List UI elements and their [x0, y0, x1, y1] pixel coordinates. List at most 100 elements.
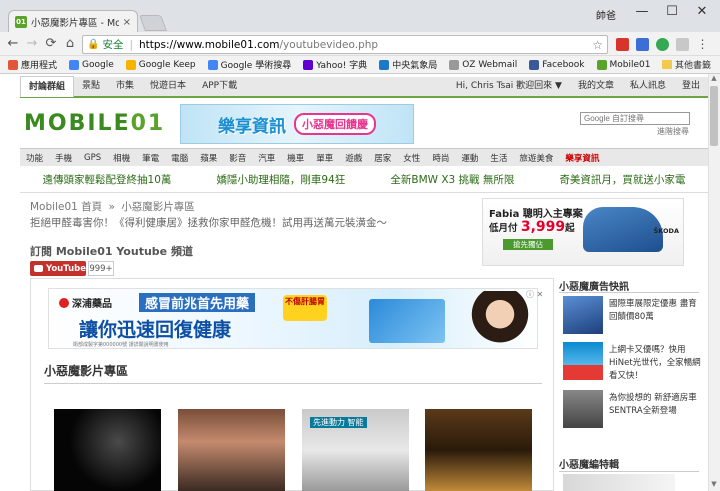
- bookmark-weather-bureau[interactable]: 中央氣象局: [379, 58, 437, 71]
- forward-button[interactable]: →: [23, 35, 41, 53]
- feature-thumbnail[interactable]: [563, 474, 675, 491]
- headline-link[interactable]: 奇美資訊月，買就送小家電: [559, 172, 685, 187]
- cat-item[interactable]: 旅遊美食: [513, 152, 559, 164]
- headline-link[interactable]: 嬌隱小助理相隨，剛車94狂: [216, 172, 345, 187]
- cat-item[interactable]: GPS: [78, 153, 107, 163]
- car-ad-button[interactable]: 搶先獨佔: [503, 239, 553, 250]
- nav-messages[interactable]: 私人訊息: [622, 76, 674, 97]
- menu-kebab-icon[interactable]: ⋮: [696, 38, 709, 51]
- promo-link[interactable]: 拒絕甲醛毒害你！《得利健康居》拯救你家甲醛危機！試用再送萬元裝潢金～: [30, 215, 387, 230]
- bookmark-star-icon[interactable]: ☆: [592, 38, 603, 52]
- home-button[interactable]: ⌂: [61, 35, 79, 53]
- cat-item-hot[interactable]: 樂享資訊: [559, 152, 605, 164]
- site-search-input[interactable]: [580, 112, 690, 125]
- cat-item[interactable]: 汽車: [252, 152, 281, 164]
- breadcrumb-current[interactable]: 小惡魔影片專區: [121, 201, 195, 213]
- bookmark-yahoo-dictionary[interactable]: Yahoo! 字典: [303, 58, 367, 71]
- cat-item[interactable]: 影音: [223, 152, 252, 164]
- cat-item[interactable]: 蘋果: [194, 152, 223, 164]
- cat-item[interactable]: 電腦: [165, 152, 194, 164]
- youtube-subscribe-button[interactable]: YouTube: [30, 261, 86, 276]
- secure-label: 安全: [102, 39, 124, 51]
- nav-market[interactable]: 市集: [108, 76, 142, 97]
- address-bar[interactable]: 🔒 安全 | https://www.mobile01.com /youtube…: [82, 35, 608, 54]
- yahoo-icon: [303, 59, 314, 70]
- car-ad-title: Fabia 聰明入主專案: [489, 209, 583, 220]
- cat-item[interactable]: 筆電: [136, 152, 165, 164]
- header-banner-ad[interactable]: 樂享資訊 小惡魔回饋慶: [180, 104, 414, 144]
- video-thumbnail[interactable]: 先進動力 智能: [302, 409, 409, 491]
- headline-link[interactable]: 全新BMW X3 挑戰 無所限: [390, 172, 514, 187]
- nav-app-download[interactable]: APP下載: [194, 76, 245, 97]
- cat-item[interactable]: 功能: [20, 152, 49, 164]
- advanced-search-link[interactable]: 進階搜尋: [657, 126, 689, 137]
- cat-item[interactable]: 遊戲: [339, 152, 368, 164]
- bookmark-google[interactable]: Google: [69, 59, 114, 70]
- nav-user-greeting[interactable]: Hi, Chris Tsai 歡迎回來 ▼: [448, 76, 570, 97]
- google-icon: [69, 59, 80, 70]
- close-window-button[interactable]: ✕: [690, 4, 714, 19]
- cat-item[interactable]: 相機: [107, 152, 136, 164]
- profile-user-label[interactable]: 帥爸: [596, 7, 616, 22]
- bookmarks-other-folder[interactable]: 其他書籤: [662, 58, 711, 71]
- browser-tab-active[interactable]: 01 小惡魔影片專區 - Mobile ×: [8, 10, 138, 33]
- news-thumbnail: [563, 296, 603, 334]
- tab-close-icon[interactable]: ×: [123, 17, 131, 28]
- cat-item[interactable]: 生活: [484, 152, 513, 164]
- banner-headline: 樂享資訊: [218, 116, 286, 137]
- extension-red-icon[interactable]: [616, 38, 629, 51]
- nav-my-posts[interactable]: 我的文章: [570, 76, 622, 97]
- sidebar-news-item[interactable]: 為你設想的 新舒適房車 SENTRA全新登場: [563, 390, 703, 430]
- nav-attractions[interactable]: 景點: [74, 76, 108, 97]
- extension-grey-icon[interactable]: [676, 38, 689, 51]
- minimize-button[interactable]: —: [630, 4, 654, 19]
- sidebar-news-item[interactable]: 上網卡又優嗎？快用HiNet光世代，全家暢網看又快！: [563, 342, 703, 382]
- cat-item[interactable]: 居家: [368, 152, 397, 164]
- bookmark-google-scholar[interactable]: Google 學術搜尋: [207, 58, 291, 71]
- video-thumbnail[interactable]: [425, 409, 532, 491]
- extension-green-icon[interactable]: [656, 38, 669, 51]
- cat-item[interactable]: 時尚: [426, 152, 455, 164]
- news-text: 國際車展限定優惠 盡育回饋價80萬: [609, 299, 697, 322]
- bookmark-facebook[interactable]: Facebook: [529, 59, 585, 70]
- bookmark-mobile01[interactable]: Mobile01: [596, 59, 651, 70]
- thumbnail-caption: 先進動力 智能: [310, 417, 367, 428]
- cat-item[interactable]: 單車: [310, 152, 339, 164]
- subscriber-count: 999+: [88, 261, 114, 276]
- cat-item[interactable]: 手機: [49, 152, 78, 164]
- address-separator: |: [129, 38, 133, 51]
- video-thumbnail[interactable]: [178, 409, 285, 491]
- bookmark-label: Facebook: [542, 59, 585, 70]
- reload-button[interactable]: ⟳: [42, 35, 60, 53]
- video-thumbnail[interactable]: [54, 409, 161, 491]
- pharma-ad-banner[interactable]: 深浦藥品 感冒前兆首先用藥 讓你迅速回復健康 衛部成製字第000000號 請詳閱…: [48, 288, 538, 349]
- mobile01-logo[interactable]: MOBILE 01: [24, 110, 174, 136]
- scroll-up-arrow-icon[interactable]: ▲: [708, 74, 720, 84]
- skoda-car-ad[interactable]: Fabia 聰明入主專案 低月付 3,999起 搶先獨佔 ŠKODA: [482, 198, 684, 266]
- nav-japan[interactable]: 悅遊日本: [142, 76, 194, 97]
- scroll-down-arrow-icon[interactable]: ▼: [708, 480, 720, 490]
- model-image: [469, 291, 531, 349]
- scrollbar-thumb[interactable]: [710, 86, 718, 146]
- cat-item[interactable]: 女性: [397, 152, 426, 164]
- car-image: [583, 207, 663, 252]
- nav-forum[interactable]: 討論群組: [20, 76, 75, 97]
- cat-item[interactable]: 運動: [455, 152, 484, 164]
- back-button[interactable]: ←: [4, 35, 22, 53]
- bookmark-apps[interactable]: 應用程式: [8, 58, 57, 71]
- cat-item[interactable]: 機車: [281, 152, 310, 164]
- bookmark-label: Mobile01: [609, 59, 651, 70]
- maximize-button[interactable]: ☐: [660, 4, 684, 19]
- bookmark-google-keep[interactable]: Google Keep: [125, 59, 196, 70]
- extension-blue-icon[interactable]: [636, 38, 649, 51]
- sidebar-features-title: 小惡魔編特輯: [559, 460, 619, 471]
- headline-link[interactable]: 遠傳頭家輕鬆配登終抽10萬: [43, 172, 172, 187]
- scholar-icon: [207, 59, 218, 70]
- tab-title: 小惡魔影片專區 - Mobile: [31, 18, 119, 29]
- bookmark-oz-webmail[interactable]: OZ Webmail: [449, 59, 517, 70]
- sidebar-news-item[interactable]: 國際車展限定優惠 盡育回饋價80萬: [563, 296, 703, 336]
- breadcrumb-home[interactable]: Mobile01 首頁: [30, 201, 102, 213]
- ad-close-icon[interactable]: ⓘ ✕: [526, 289, 543, 300]
- logo-number: 01: [130, 110, 166, 136]
- nav-logout[interactable]: 登出: [674, 76, 708, 97]
